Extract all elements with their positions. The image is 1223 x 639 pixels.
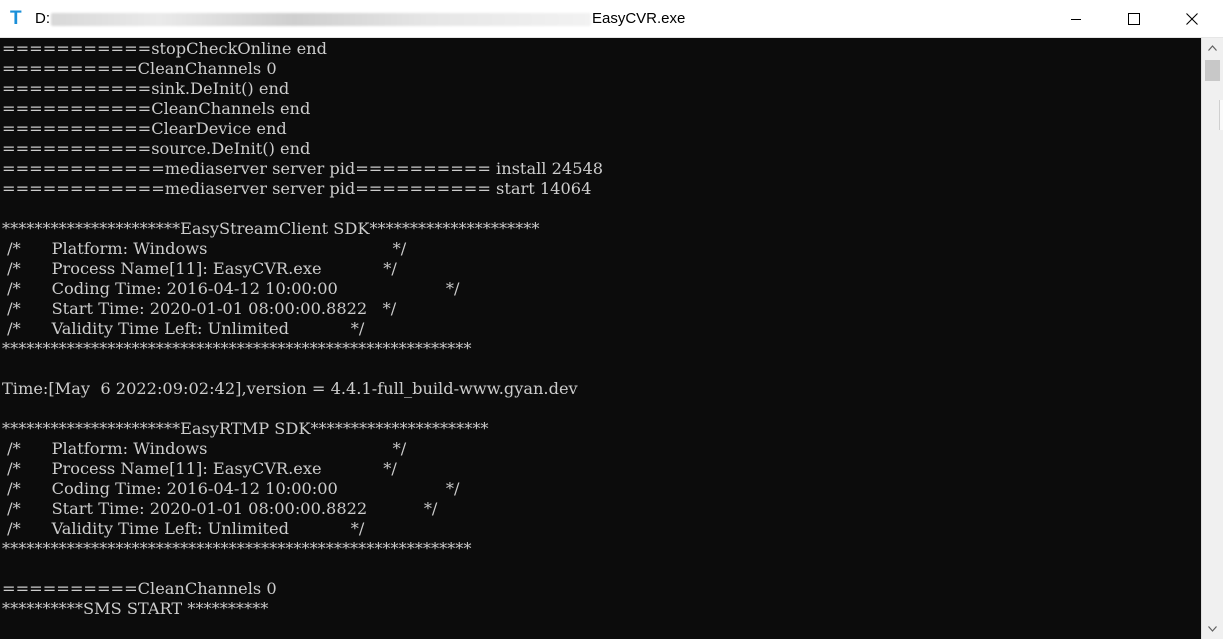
maximize-button[interactable] xyxy=(1105,0,1163,38)
console-line: /* Platform: Windows */ xyxy=(2,239,407,258)
console-output-text: ===========stopCheckOnline end =========… xyxy=(2,39,603,619)
minimize-icon xyxy=(1071,19,1081,20)
console-output-area[interactable]: ===========stopCheckOnline end =========… xyxy=(0,38,1201,639)
console-line: /* Platform: Windows */ xyxy=(2,439,407,458)
console-line: ==========CleanChannels 0 xyxy=(2,579,277,598)
chevron-up-icon xyxy=(1208,45,1217,51)
title-exe-name: EasyCVR.exe xyxy=(592,10,686,27)
console-line: ===========ClearDevice end xyxy=(2,119,287,138)
console-line: **********************EasyRTMP SDK******… xyxy=(2,419,489,438)
close-button[interactable] xyxy=(1163,0,1221,38)
console-line: ****************************************… xyxy=(2,539,472,558)
console-line: ===========sink.DeInit() end xyxy=(2,79,290,98)
console-line: /* Start Time: 2020-01-01 08:00:00.8822 … xyxy=(2,499,438,518)
minimize-button[interactable] xyxy=(1047,0,1105,38)
console-line: ****************************************… xyxy=(2,339,472,358)
console-line: Time:[May 6 2022:09:02:42],version = 4.4… xyxy=(2,379,578,398)
title-path-redacted xyxy=(51,12,591,26)
console-line: /* Validity Time Left: Unlimited */ xyxy=(2,319,365,338)
scroll-down-button[interactable] xyxy=(1202,619,1223,639)
console-line: ===========CleanChannels end xyxy=(2,99,311,118)
maximize-icon xyxy=(1128,13,1140,25)
close-icon xyxy=(1186,13,1198,25)
console-line: /* Start Time: 2020-01-01 08:00:00.8822 … xyxy=(2,299,397,318)
console-line: ===========stopCheckOnline end xyxy=(2,39,327,58)
chevron-down-icon xyxy=(1208,626,1217,632)
console-line: ============mediaserver server pid======… xyxy=(2,159,604,178)
title-path-prefix: D: xyxy=(35,10,50,27)
window-title: D: EasyCVR.exe xyxy=(35,9,685,29)
console-line: **********************EasyStreamClient S… xyxy=(2,219,540,238)
console-line: **********SMS START ********** xyxy=(2,599,269,618)
console-line: /* Coding Time: 2016-04-12 10:00:00 */ xyxy=(2,279,460,298)
terminal-t-icon[interactable]: T xyxy=(10,9,28,29)
console-line: ===========source.DeInit() end xyxy=(2,139,311,158)
scroll-up-button[interactable] xyxy=(1202,38,1223,58)
console-line: /* Validity Time Left: Unlimited */ xyxy=(2,519,365,538)
console-line: ============mediaserver server pid======… xyxy=(2,179,592,198)
title-bar[interactable]: T D: EasyCVR.exe xyxy=(0,0,1223,38)
console-line: /* Coding Time: 2016-04-12 10:00:00 */ xyxy=(2,479,460,498)
window-edge-notch xyxy=(1219,100,1223,130)
console-line: /* Process Name[11]: EasyCVR.exe */ xyxy=(2,259,397,278)
console-line: ==========CleanChannels 0 xyxy=(2,59,277,78)
scrollbar-thumb[interactable] xyxy=(1205,60,1220,81)
console-line: /* Process Name[11]: EasyCVR.exe */ xyxy=(2,459,397,478)
